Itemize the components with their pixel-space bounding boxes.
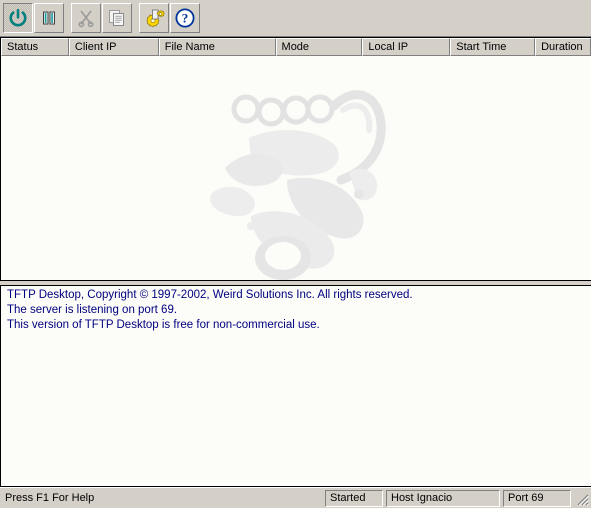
log-line: TFTP Desktop, Copyright © 1997-2002, Wei… — [7, 289, 413, 301]
status-host: Host Ignacio — [386, 489, 500, 507]
pause-icon — [40, 9, 58, 27]
transfer-list-pane: Status Client IP File Name Mode Local IP Star… — [0, 37, 591, 281]
column-header[interactable]: File Name — [158, 38, 276, 56]
status-help-text: Press F1 For Help — [5, 492, 95, 504]
toolbar: ? — [0, 0, 591, 37]
help-button[interactable]: ? — [170, 3, 200, 33]
log-pane[interactable]: TFTP Desktop, Copyright © 1997-2002, Wei… — [0, 285, 591, 487]
svg-text:?: ? — [182, 11, 189, 26]
column-header[interactable]: Local IP — [362, 38, 451, 56]
log-line: The server is listening on port 69. — [7, 304, 178, 316]
scissors-icon — [76, 8, 96, 28]
weird-solutions-watermark-logo — [191, 76, 411, 280]
copy-icon — [107, 8, 127, 28]
status-server-state: Started — [325, 489, 383, 507]
column-header[interactable]: Duration — [535, 38, 591, 56]
column-header[interactable]: Start Time — [450, 38, 536, 56]
transfer-list-body[interactable] — [1, 56, 591, 280]
power-icon — [8, 8, 28, 28]
question-mark-icon: ? — [174, 7, 196, 29]
start-server-button[interactable] — [3, 3, 33, 33]
options-button[interactable] — [139, 3, 169, 33]
column-header[interactable]: Client IP — [68, 38, 159, 56]
tftp-desktop-window: ? Status Client IP File Name Mode Local IP St… — [0, 0, 591, 508]
status-bar: Press F1 For Help Started Host Ignacio P… — [0, 487, 591, 508]
cut-button[interactable] — [71, 3, 101, 33]
pause-server-button[interactable] — [34, 3, 64, 33]
status-port: Port 69 — [503, 489, 571, 507]
column-header[interactable]: Status — [1, 38, 69, 56]
gears-icon — [143, 8, 165, 28]
resize-grip-icon[interactable] — [573, 490, 591, 507]
transfer-list-header: Status Client IP File Name Mode Local IP Star… — [1, 38, 591, 56]
column-header[interactable]: Mode — [275, 38, 363, 56]
copy-button[interactable] — [102, 3, 132, 33]
log-line: This version of TFTP Desktop is free for… — [7, 319, 320, 331]
